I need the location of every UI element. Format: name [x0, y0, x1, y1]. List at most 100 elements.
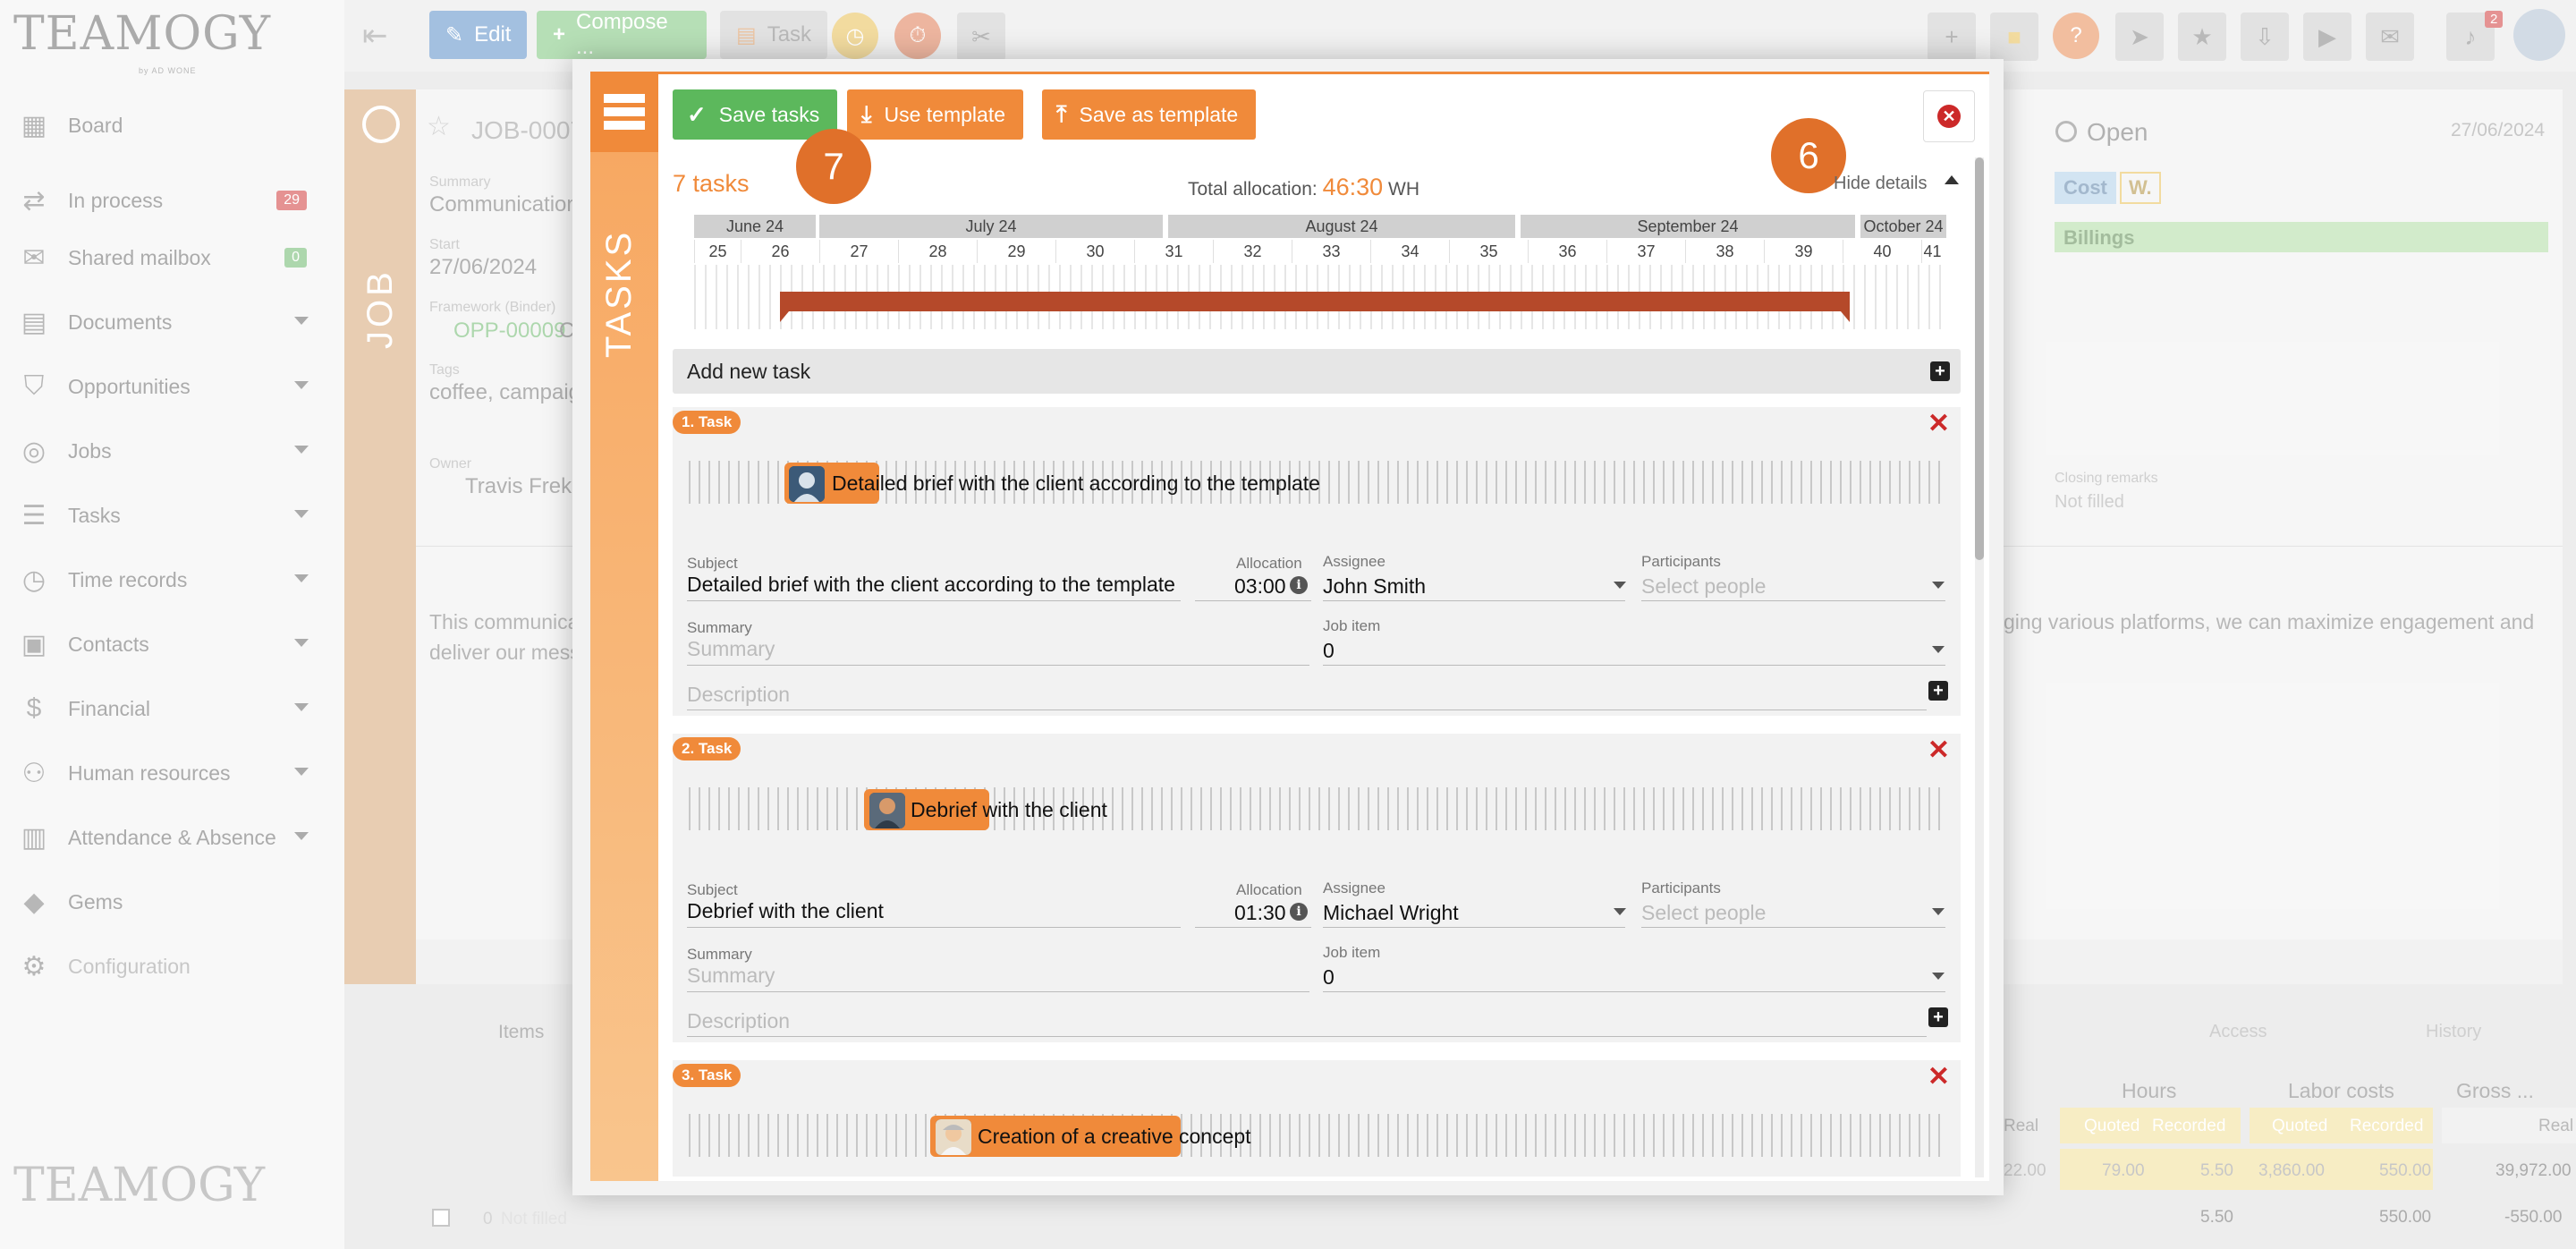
task-badge: 3. Task [673, 1064, 741, 1087]
task-chip-label: Debrief with the client [911, 798, 1107, 821]
description-input[interactable]: Description [687, 683, 790, 707]
allocation-underline [1195, 600, 1311, 601]
week-number: 38 [1685, 240, 1764, 263]
hide-details-link[interactable]: Hide details [1834, 174, 1928, 194]
caret-up-icon[interactable] [1945, 175, 1959, 184]
expand-description-icon[interactable]: + [1928, 1007, 1948, 1027]
week-number: 30 [1055, 240, 1134, 263]
subject-input[interactable]: Debrief with the client [687, 899, 884, 923]
gantt-timeline: June 24 July 24 August 24 September 24 O… [694, 215, 1946, 336]
task-mini-timeline [689, 1114, 1945, 1157]
task-card-2: 2. Task ✕ Debrief with the client Subjec… [673, 734, 1961, 1042]
delete-task-icon[interactable]: ✕ [1928, 411, 1950, 438]
modal-scrollbar-thumb[interactable] [1975, 157, 1984, 560]
assignee-label: Assignee [1323, 879, 1385, 896]
add-new-task-row[interactable]: Add new task + [673, 349, 1961, 394]
allocation-label: Allocation [1236, 881, 1302, 898]
description-underline [687, 709, 1927, 710]
summary-underline [687, 665, 1309, 666]
month-august: August 24 [1168, 215, 1515, 238]
info-icon[interactable]: i [1290, 576, 1308, 594]
tasks-count: 7 tasks [673, 170, 750, 197]
allocation-unit: WH [1388, 179, 1420, 200]
subject-input[interactable]: Detailed brief with the client according… [687, 573, 1175, 597]
allocation-input[interactable]: 03:00 [1234, 574, 1286, 599]
assignee-select[interactable]: John Smith [1323, 574, 1426, 599]
use-template-label: Use template [884, 102, 1006, 126]
assignee-dropdown-icon[interactable] [1614, 908, 1626, 915]
summary-input[interactable]: Summary [687, 637, 775, 661]
save-as-template-button[interactable]: ⤒ Save as template [1042, 89, 1257, 140]
week-number: 34 [1370, 240, 1449, 263]
add-task-icon[interactable]: + [1930, 361, 1950, 381]
task-chip-label: Creation of a creative concept [978, 1125, 1251, 1148]
subject-label: Subject [687, 555, 738, 572]
save-tasks-button[interactable]: ✓ Save tasks [673, 89, 838, 140]
summary-input[interactable]: Summary [687, 964, 775, 988]
job-item-select[interactable]: 0 [1323, 965, 1335, 990]
week-number: 41 [1921, 240, 1943, 263]
job-item-dropdown-icon[interactable] [1932, 973, 1945, 980]
check-icon: ✓ [687, 100, 707, 128]
task-chip-label: Detailed brief with the client according… [832, 472, 1320, 495]
close-modal-button[interactable]: ✕ [1923, 90, 1975, 142]
week-number: 32 [1213, 240, 1292, 263]
use-template-button[interactable]: ⤓ Use template [847, 89, 1024, 140]
week-number: 37 [1606, 240, 1685, 263]
description-input[interactable]: Description [687, 1009, 790, 1033]
week-number: 33 [1292, 240, 1370, 263]
assignee-avatar [936, 1119, 971, 1155]
delete-task-icon[interactable]: ✕ [1928, 1064, 1950, 1091]
delete-task-icon[interactable]: ✕ [1928, 737, 1950, 764]
week-number: 26 [741, 240, 819, 263]
summary-label: Summary [687, 946, 752, 963]
week-number: 31 [1134, 240, 1213, 263]
allocation-input[interactable]: 01:30 [1234, 901, 1286, 925]
participants-select[interactable]: Select people [1641, 574, 1766, 599]
month-june: June 24 [694, 215, 816, 238]
expand-description-icon[interactable]: + [1928, 681, 1948, 701]
week-number: 36 [1528, 240, 1606, 263]
job-item-label: Job item [1323, 617, 1381, 634]
week-number: 25 [694, 240, 741, 263]
info-icon[interactable]: i [1290, 903, 1308, 921]
job-item-label: Job item [1323, 944, 1381, 961]
week-number: 39 [1764, 240, 1843, 263]
subject-underline [687, 927, 1181, 928]
job-item-select[interactable]: 0 [1323, 639, 1335, 663]
participants-select[interactable]: Select people [1641, 901, 1766, 925]
job-item-underline [1323, 665, 1945, 666]
step-bubble-7: 7 [796, 129, 871, 204]
total-allocation: Total allocation: 46:30 WH [1188, 174, 1419, 201]
participants-label: Participants [1641, 879, 1721, 896]
description-underline [687, 1036, 1927, 1037]
assignee-dropdown-icon[interactable] [1614, 582, 1626, 589]
save-as-template-label: Save as template [1079, 102, 1239, 126]
assignee-avatar [789, 466, 825, 502]
summary-label: Summary [687, 619, 752, 636]
week-number: 40 [1843, 240, 1921, 263]
participants-underline [1641, 927, 1945, 928]
month-october: October 24 [1860, 215, 1946, 238]
participants-label: Participants [1641, 553, 1721, 570]
assignee-underline [1323, 927, 1625, 928]
task-badge: 1. Task [673, 411, 741, 434]
task-card-1: 1. Task ✕ Detailed brief with the client… [673, 407, 1961, 716]
month-july: July 24 [819, 215, 1163, 238]
job-item-dropdown-icon[interactable] [1932, 646, 1945, 653]
allocation-value: 46:30 [1322, 174, 1384, 200]
week-number: 29 [977, 240, 1055, 263]
participants-dropdown-icon[interactable] [1932, 908, 1945, 915]
task-badge: 2. Task [673, 737, 741, 760]
allocation-label: Allocation [1236, 555, 1302, 572]
participants-dropdown-icon[interactable] [1932, 582, 1945, 589]
week-number: 28 [898, 240, 977, 263]
week-number: 27 [819, 240, 898, 263]
month-september: September 24 [1521, 215, 1855, 238]
week-number: 35 [1449, 240, 1528, 263]
add-new-task-label: Add new task [687, 359, 811, 383]
assignee-select[interactable]: Michael Wright [1323, 901, 1459, 925]
gantt-project-bar[interactable] [780, 292, 1850, 322]
job-item-underline [1323, 991, 1945, 992]
modal-scrollbar[interactable] [1975, 157, 1984, 1177]
